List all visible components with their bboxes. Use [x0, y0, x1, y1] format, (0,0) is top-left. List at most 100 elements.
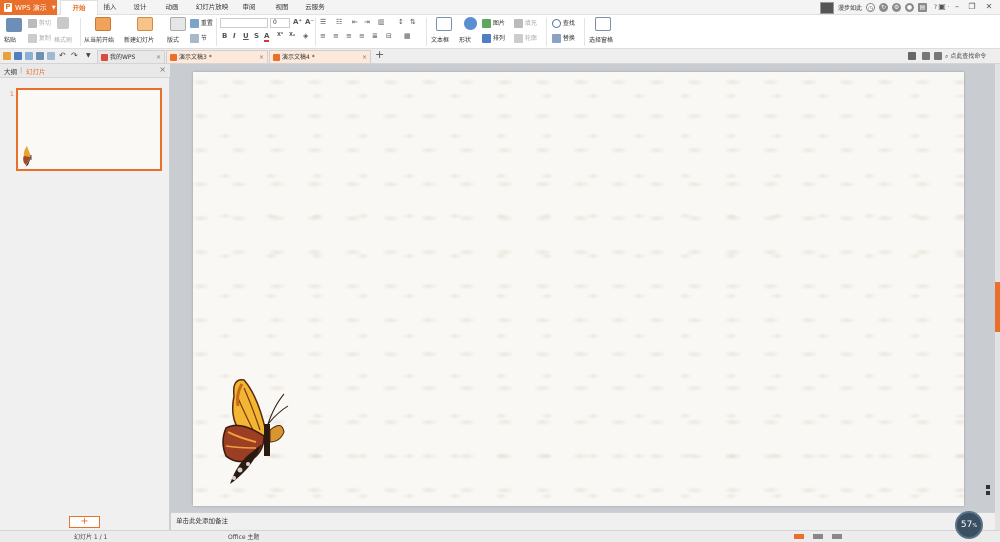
normal-view-icon[interactable]	[794, 534, 804, 539]
slide-navigation[interactable]	[986, 485, 992, 497]
italic-button[interactable]: I	[233, 32, 236, 40]
tab-animation[interactable]: 动画	[160, 0, 184, 15]
tab-presentation-3[interactable]: 演示文稿3 * ×	[166, 50, 268, 63]
save-icon[interactable]	[14, 52, 22, 60]
next-slide-icon[interactable]	[986, 491, 990, 495]
layout-button[interactable]: 版式	[167, 35, 179, 44]
bold-button[interactable]: B	[222, 32, 227, 40]
distribute-icon[interactable]: ≣	[372, 32, 378, 40]
align-left-icon[interactable]: ≡	[320, 32, 326, 40]
align-center-icon[interactable]: ≡	[333, 32, 339, 40]
tab-view[interactable]: 视图	[270, 0, 294, 15]
replace-button[interactable]: 替换	[563, 35, 575, 42]
justify-icon[interactable]: ≡	[359, 32, 365, 40]
align-right-icon[interactable]: ≡	[346, 32, 352, 40]
tab-home[interactable]: 开始	[60, 0, 98, 16]
shape-button[interactable]: 形状	[459, 35, 471, 44]
tab-my-wps[interactable]: 我的WPS ×	[97, 50, 165, 63]
subscript-button[interactable]: X₂	[289, 32, 295, 38]
tab-presentation-4[interactable]: 演示文稿4 * ×	[269, 50, 371, 63]
scroll-thumb[interactable]	[995, 282, 1000, 332]
from-current-button[interactable]: 从当前开始	[84, 35, 114, 44]
tab-review[interactable]: 审阅	[238, 0, 260, 15]
reading-view-icon[interactable]	[832, 534, 842, 539]
add-slide-button[interactable]: +	[69, 516, 100, 528]
bullets-icon[interactable]: ☰	[320, 18, 326, 26]
tab-cloud-service[interactable]: 云服务	[300, 0, 330, 15]
tab-outline[interactable]: 大纲	[4, 66, 17, 76]
user-area[interactable]: 漫步如此 ◷ ↻ ⚙ ● ▤ ? ·	[820, 1, 953, 14]
sync-icon[interactable]: ↻	[879, 3, 889, 12]
align-text-icon[interactable]: ⊟	[386, 32, 392, 40]
new-slide-button[interactable]: 新建幻灯片	[124, 35, 154, 44]
select-pane-button[interactable]: 选择窗格	[589, 35, 613, 44]
paste-icon[interactable]	[6, 18, 22, 32]
vertical-scrollbar[interactable]	[995, 64, 1000, 530]
paste-button[interactable]: 粘贴	[4, 35, 16, 44]
increase-indent-icon[interactable]: ⇥	[364, 18, 370, 26]
minimize-icon[interactable]: –	[950, 0, 964, 14]
close-icon[interactable]: ×	[159, 65, 166, 74]
export-pdf-icon[interactable]	[25, 52, 33, 60]
close-icon[interactable]: ✕	[982, 0, 996, 14]
close-icon[interactable]: ×	[156, 51, 161, 64]
prev-slide-icon[interactable]	[986, 485, 990, 489]
notes-area[interactable]: 单击此处添加备注	[171, 512, 995, 530]
columns-icon[interactable]: ▥	[378, 18, 385, 26]
undo-icon[interactable]: ↶	[59, 52, 67, 60]
fill-button[interactable]: 填充	[525, 20, 537, 27]
picture-button[interactable]: 图片	[493, 20, 505, 27]
tab-slideshow[interactable]: 幻灯片放映	[192, 0, 232, 15]
font-color-button[interactable]: A	[264, 32, 270, 42]
reset-button[interactable]: 重置	[201, 20, 213, 27]
arrange-button[interactable]: 排列	[493, 35, 505, 42]
play-from-current-icon[interactable]	[95, 17, 111, 31]
format-painter-button[interactable]: 格式刷	[54, 35, 72, 44]
document-icon[interactable]: ▤	[918, 3, 928, 12]
ribbon-toggle-icon[interactable]: ▣	[935, 0, 949, 14]
font-size-select[interactable]: 0	[270, 18, 290, 28]
slide-canvas[interactable]	[193, 72, 964, 506]
comment-icon[interactable]	[908, 52, 916, 60]
cut-button[interactable]: 剪切	[39, 20, 51, 27]
redo-icon[interactable]: ↷	[71, 52, 79, 60]
print-preview-icon[interactable]	[47, 52, 55, 60]
grow-font-icon[interactable]: A⁺	[293, 18, 302, 26]
customize-icon[interactable]: ▼	[86, 52, 94, 60]
text-box-button[interactable]: 文本框	[431, 35, 449, 44]
decrease-indent-icon[interactable]: ⇤	[352, 18, 358, 26]
smartart-icon[interactable]: ▦	[404, 32, 411, 40]
gear-icon[interactable]: ⚙	[892, 3, 902, 12]
shadow-button[interactable]: S	[254, 32, 259, 40]
pin-icon[interactable]	[922, 52, 930, 60]
numbering-icon[interactable]: ☷	[336, 18, 342, 26]
select-pane-icon[interactable]	[595, 17, 611, 31]
clear-format-button[interactable]: ◈	[303, 32, 308, 40]
font-name-select[interactable]	[220, 18, 268, 28]
expand-icon[interactable]	[934, 52, 942, 60]
slide-sorter-icon[interactable]	[813, 534, 823, 539]
print-icon[interactable]	[36, 52, 44, 60]
section-button[interactable]: 节	[201, 35, 207, 42]
close-icon[interactable]: ×	[259, 51, 264, 64]
tab-insert[interactable]: 插入	[98, 0, 122, 15]
slide-thumbnail[interactable]	[16, 88, 162, 171]
text-direction-icon[interactable]: ⇅	[410, 18, 416, 26]
command-search[interactable]: ⌕ 点此查找命令	[945, 51, 986, 61]
layout-icon[interactable]	[170, 17, 186, 31]
new-tab-icon[interactable]: +	[375, 49, 384, 61]
format-painter-icon[interactable]	[57, 17, 69, 29]
line-spacing-icon[interactable]: ↕	[398, 18, 404, 26]
open-icon[interactable]	[3, 52, 11, 60]
outline-button[interactable]: 轮廓	[525, 35, 537, 42]
tab-slides[interactable]: 幻灯片	[26, 66, 46, 76]
shape-icon[interactable]	[464, 17, 477, 30]
avatar[interactable]	[820, 1, 834, 14]
restore-icon[interactable]: ❐	[965, 0, 979, 14]
skin-icon[interactable]: ●	[905, 3, 915, 12]
new-slide-icon[interactable]	[137, 17, 153, 31]
shrink-font-icon[interactable]: A⁻	[305, 18, 314, 26]
app-menu-button[interactable]: P WPS 演示 ▼	[0, 0, 57, 15]
underline-button[interactable]: U	[243, 32, 249, 40]
text-box-icon[interactable]	[436, 17, 452, 31]
